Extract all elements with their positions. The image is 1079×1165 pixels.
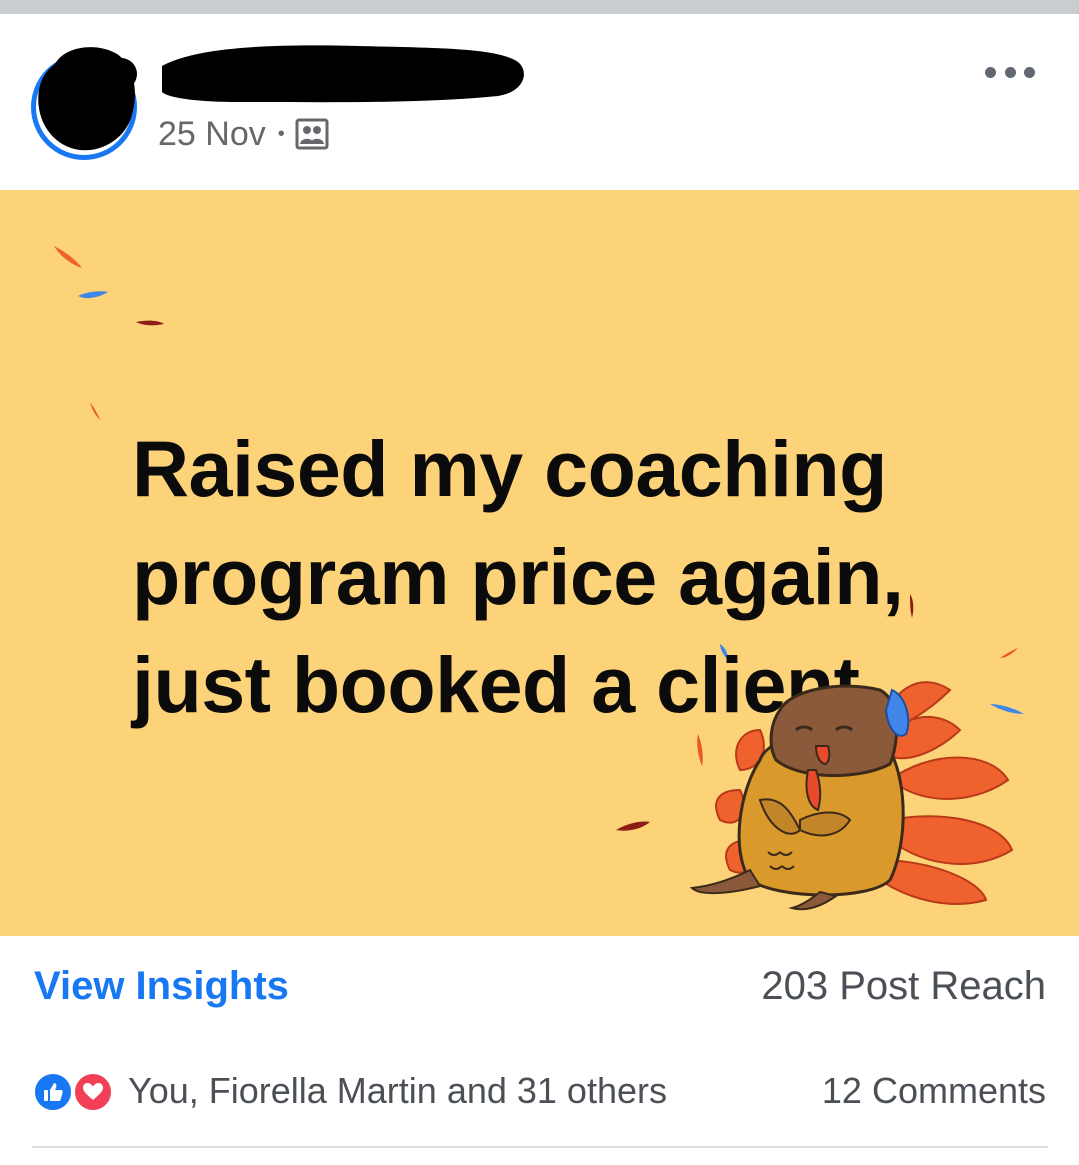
avatar-redaction: [38, 47, 137, 151]
post-background[interactable]: Raised my coaching program price again, …: [0, 190, 1079, 936]
more-dot: [1024, 66, 1035, 78]
more-options-icon[interactable]: [985, 62, 1035, 82]
more-dot: [985, 66, 996, 78]
view-insights-link[interactable]: View Insights: [34, 964, 289, 1009]
heart-icon: [83, 1083, 103, 1100]
post-reach-count: 203 Post Reach: [761, 964, 1046, 1008]
love-icon: [72, 1071, 114, 1113]
post-meta: 25 Nov •: [158, 114, 329, 154]
reaction-icons[interactable]: [32, 1071, 120, 1113]
thanksgiving-dog-turkey-sticker: [689, 681, 1014, 911]
divider: [32, 1146, 1048, 1148]
insights-row: View Insights 203 Post Reach: [0, 936, 1079, 1036]
thumbs-up-icon: [44, 1083, 63, 1101]
more-dot: [1004, 66, 1016, 78]
meta-separator: •: [277, 122, 285, 145]
comments-count[interactable]: 12 Comments: [822, 1070, 1046, 1112]
reactions-row: You, Fiorella Martin and 31 others 12 Co…: [0, 1036, 1079, 1146]
friends-audience-icon[interactable]: [295, 117, 329, 151]
post-date[interactable]: 25 Nov: [158, 115, 266, 154]
author-name-redaction[interactable]: [158, 36, 526, 106]
top-strip: [0, 0, 1079, 14]
avatar[interactable]: [31, 47, 137, 160]
reactors-summary[interactable]: You, Fiorella Martin and 31 others: [128, 1070, 667, 1112]
post-header: 25 Nov •: [0, 14, 1079, 190]
like-icon: [32, 1071, 74, 1113]
